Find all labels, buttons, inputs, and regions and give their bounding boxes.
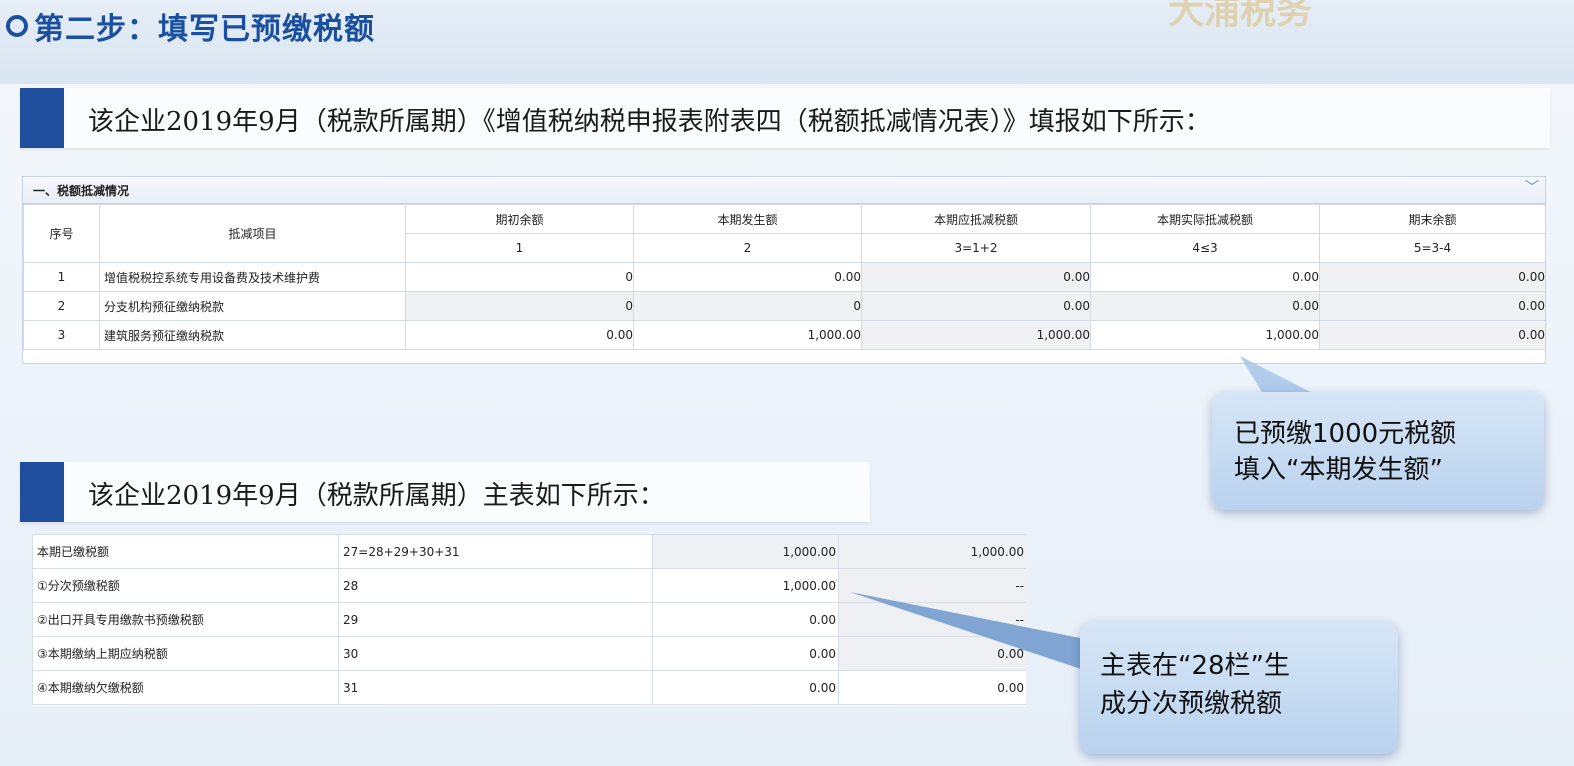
cell-current[interactable]: 1,000.00: [633, 320, 862, 350]
cell-deductible: 0.00: [861, 262, 1091, 292]
cell-cumulative: 0.00: [838, 636, 1026, 671]
chevron-down-icon[interactable]: ﹀: [1525, 177, 1539, 197]
header-col-num: 3=1+2: [861, 233, 1091, 263]
table-row: ③本期缴纳上期应纳税额 30 0.00 0.00: [32, 636, 1026, 671]
section-title: 一、税额抵减情况: [33, 184, 130, 198]
header-item: 抵减项目: [99, 204, 406, 263]
cell-actual: 0.00: [1090, 291, 1320, 321]
banner-text: 该企业2019年9月（税款所属期）主表如下所示：: [88, 481, 665, 511]
cell-current-month[interactable]: 1,000.00: [652, 568, 839, 603]
cell-current: 0: [633, 291, 862, 321]
callout-tip-2: 主表在“28栏”生 成分次预缴税额: [1080, 622, 1398, 754]
cell-current-month[interactable]: 0.00: [652, 636, 839, 671]
callout2-line1: 主表在“28栏”生: [1100, 651, 1291, 681]
circle-icon: [6, 15, 28, 37]
table-row: 2 分支机构预征缴纳税款 0 0 0.00 0.00 0.00: [23, 291, 1545, 321]
header-col: 本期实际抵减税额: [1090, 204, 1320, 234]
section-banner-main: 该企业2019年9月（税款所属期）主表如下所示：: [20, 462, 870, 522]
deduction-table: 一、税额抵减情况 ﹀ 序号 抵减项目 期初余额 本期发生额 本期应抵减税额 本期…: [22, 176, 1546, 364]
table-row: 本期已缴税额 27=28+29+30+31 1,000.00 1,000.00: [32, 534, 1026, 569]
step-title-text: 第二步：填写已预缴税额: [34, 12, 375, 47]
cell-deductible: 1,000.00: [861, 320, 1091, 350]
banner-accent-bar: [20, 462, 64, 522]
row-col-ref: 30: [338, 636, 653, 671]
row-seq: 1: [23, 262, 100, 292]
cell-cumulative[interactable]: 0.00: [838, 670, 1026, 705]
header-col-num: 5=3-4: [1319, 233, 1545, 263]
row-col-ref: 27=28+29+30+31: [338, 534, 653, 569]
cell-current-month: 1,000.00: [652, 534, 839, 569]
row-item: 分支机构预征缴纳税款: [99, 291, 406, 321]
table-row: 1 增值税税控系统专用设备费及技术维护费 0 0.00 0.00 0.00 0.…: [23, 262, 1545, 292]
cell-opening[interactable]: 0.00: [405, 320, 634, 350]
header-col-num: 2: [633, 233, 862, 263]
header-col: 本期发生额: [633, 204, 862, 234]
table-row: 3 建筑服务预征缴纳税款 0.00 1,000.00 1,000.00 1,00…: [23, 320, 1545, 350]
cell-cumulative: 1,000.00: [838, 534, 1026, 569]
row-col-ref: 31: [338, 670, 653, 705]
cell-actual[interactable]: 1,000.00: [1090, 320, 1320, 350]
section-banner-attachment: 该企业2019年9月（税款所属期）《增值税纳税申报表附表四（税额抵减情况表）》填…: [20, 88, 1550, 148]
banner-accent-bar: [20, 88, 64, 148]
table-row: ②出口开具专用缴款书预缴税额 29 0.00 --: [32, 602, 1026, 637]
header-col: 本期应抵减税额: [861, 204, 1091, 234]
row-item: 建筑服务预征缴纳税款: [99, 320, 406, 350]
cell-opening[interactable]: 0: [405, 262, 634, 292]
step-title: 第二步：填写已预缴税额: [6, 6, 375, 47]
table-row: ④本期缴纳欠缴税额 31 0.00 0.00: [32, 670, 1026, 705]
cell-closing: 0.00: [1319, 320, 1545, 350]
banner-text: 该企业2019年9月（税款所属期）《增值税纳税申报表附表四（税额抵减情况表）》填…: [88, 107, 1211, 137]
callout-tip-1: 已预缴1000元税额 填入“本期发生额”: [1212, 392, 1544, 510]
cell-current-month[interactable]: 0.00: [652, 602, 839, 637]
cell-closing: 0.00: [1319, 262, 1545, 292]
row-col-ref: 29: [338, 602, 653, 637]
header-col-num: 1: [405, 233, 634, 263]
row-seq: 3: [23, 320, 100, 350]
cell-deductible: 0.00: [861, 291, 1091, 321]
row-item: 增值税税控系统专用设备费及技术维护费: [99, 262, 406, 292]
callout1-line2: 填入“本期发生额”: [1234, 455, 1443, 485]
cell-cumulative: --: [838, 568, 1026, 603]
table-section-header[interactable]: 一、税额抵减情况 ﹀: [23, 177, 1545, 204]
cell-actual[interactable]: 0.00: [1090, 262, 1320, 292]
row-label: ③本期缴纳上期应纳税额: [32, 636, 339, 671]
callout1-line1: 已预缴1000元税额: [1234, 419, 1457, 449]
cell-closing: 0.00: [1319, 291, 1545, 321]
cell-current[interactable]: 0.00: [633, 262, 862, 292]
row-col-ref: 28: [338, 568, 653, 603]
header-col: 期末余额: [1319, 204, 1545, 234]
cell-opening: 0: [405, 291, 634, 321]
cell-cumulative: --: [838, 602, 1026, 637]
row-label: ④本期缴纳欠缴税额: [32, 670, 339, 705]
header-seq: 序号: [23, 204, 100, 263]
header-col: 期初余额: [405, 204, 634, 234]
cell-current-month[interactable]: 0.00: [652, 670, 839, 705]
callout2-line2: 成分次预缴税额: [1100, 689, 1283, 719]
watermark: 大浦税务: [1168, 0, 1313, 32]
main-grid: 本期已缴税额 27=28+29+30+31 1,000.00 1,000.00 …: [32, 534, 1026, 705]
main-table: 本期已缴税额 27=28+29+30+31 1,000.00 1,000.00 …: [32, 534, 1026, 706]
table-row: ①分次预缴税额 28 1,000.00 --: [32, 568, 1026, 603]
header-col-num: 4≤3: [1090, 233, 1320, 263]
row-label: 本期已缴税额: [32, 534, 339, 569]
row-label: ①分次预缴税额: [32, 568, 339, 603]
deduction-grid: 序号 抵减项目 期初余额 本期发生额 本期应抵减税额 本期实际抵减税额 期末余额…: [23, 204, 1545, 350]
row-seq: 2: [23, 291, 100, 321]
row-label: ②出口开具专用缴款书预缴税额: [32, 602, 339, 637]
